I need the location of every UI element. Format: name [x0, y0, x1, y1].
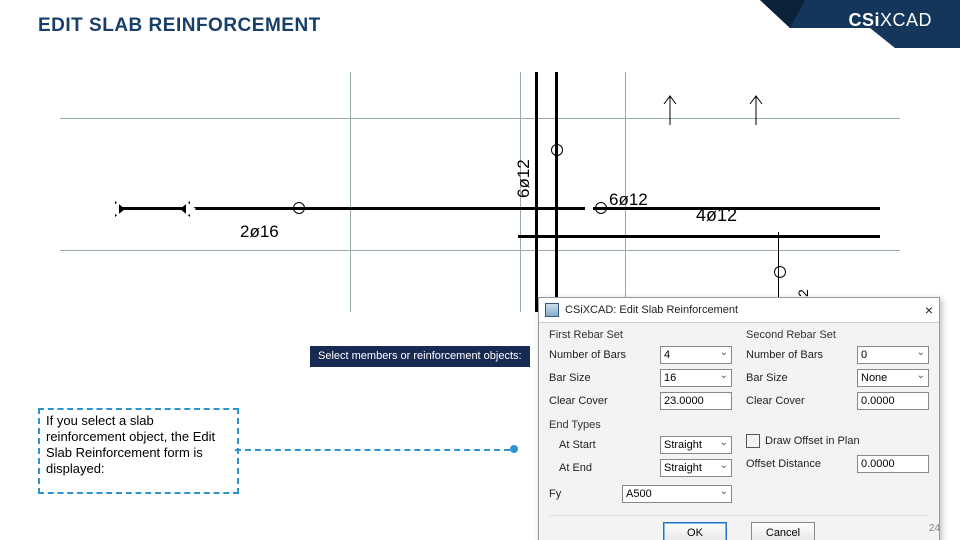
drawing-label-1: 2ø16	[240, 222, 279, 242]
select-atend[interactable]	[660, 459, 732, 477]
group-endtypes: End Types	[549, 419, 732, 431]
ok-button[interactable]: OK	[663, 522, 727, 540]
label-barsize-2: Bar Size	[746, 372, 857, 384]
drawing-label-4: 4ø12	[696, 205, 737, 226]
close-icon[interactable]: ×	[925, 304, 933, 316]
label-clearcover-2: Clear Cover	[746, 395, 857, 407]
group-second-rebar: Second Rebar Set	[746, 329, 929, 341]
select-barsize-1[interactable]	[660, 369, 732, 387]
dialog-titlebar: CSiXCAD: Edit Slab Reinforcement ×	[539, 298, 939, 323]
label-draw-offset: Draw Offset in Plan	[765, 435, 860, 447]
select-barsize-2[interactable]	[857, 369, 929, 387]
drawing-label-5: 2	[795, 289, 811, 297]
page-title: EDIT SLAB REINFORCEMENT	[38, 15, 321, 37]
drawing-label-3: 6ø12	[609, 190, 648, 210]
label-atend: At End	[549, 462, 660, 474]
group-first-rebar: First Rebar Set	[549, 329, 732, 341]
command-prompt: Select members or reinforcement objects:	[310, 346, 530, 367]
plan-drawing: 2ø16 6ø12 6ø12 4ø12 2	[60, 72, 900, 312]
input-offset-distance[interactable]	[857, 455, 929, 473]
checkbox-draw-offset[interactable]	[746, 434, 760, 448]
label-nbars-2: Number of Bars	[746, 349, 857, 361]
callout-connector	[235, 449, 510, 451]
input-clearcover-2[interactable]	[857, 392, 929, 410]
edit-slab-reinforcement-dialog: CSiXCAD: Edit Slab Reinforcement × First…	[538, 297, 940, 540]
select-fy[interactable]	[622, 485, 732, 503]
label-fy: Fy	[549, 488, 622, 500]
label-barsize-1: Bar Size	[549, 372, 660, 384]
brand-logo: CSiXCAD	[848, 10, 932, 31]
page-number: 24	[929, 523, 940, 534]
input-nbars-2[interactable]	[857, 346, 929, 364]
label-atstart: At Start	[549, 439, 660, 451]
label-offset-distance: Offset Distance	[746, 458, 857, 470]
callout-endpoint	[510, 445, 518, 453]
label-clearcover-1: Clear Cover	[549, 395, 660, 407]
input-clearcover-1[interactable]	[660, 392, 732, 410]
cancel-button[interactable]: Cancel	[751, 522, 815, 540]
app-icon	[545, 303, 559, 317]
input-nbars-1[interactable]	[660, 346, 732, 364]
dialog-title: CSiXCAD: Edit Slab Reinforcement	[565, 304, 738, 316]
drawing-label-2: 6ø12	[514, 159, 534, 198]
select-atstart[interactable]	[660, 436, 732, 454]
callout-box: If you select a slab reinforcement objec…	[38, 408, 239, 494]
label-nbars-1: Number of Bars	[549, 349, 660, 361]
